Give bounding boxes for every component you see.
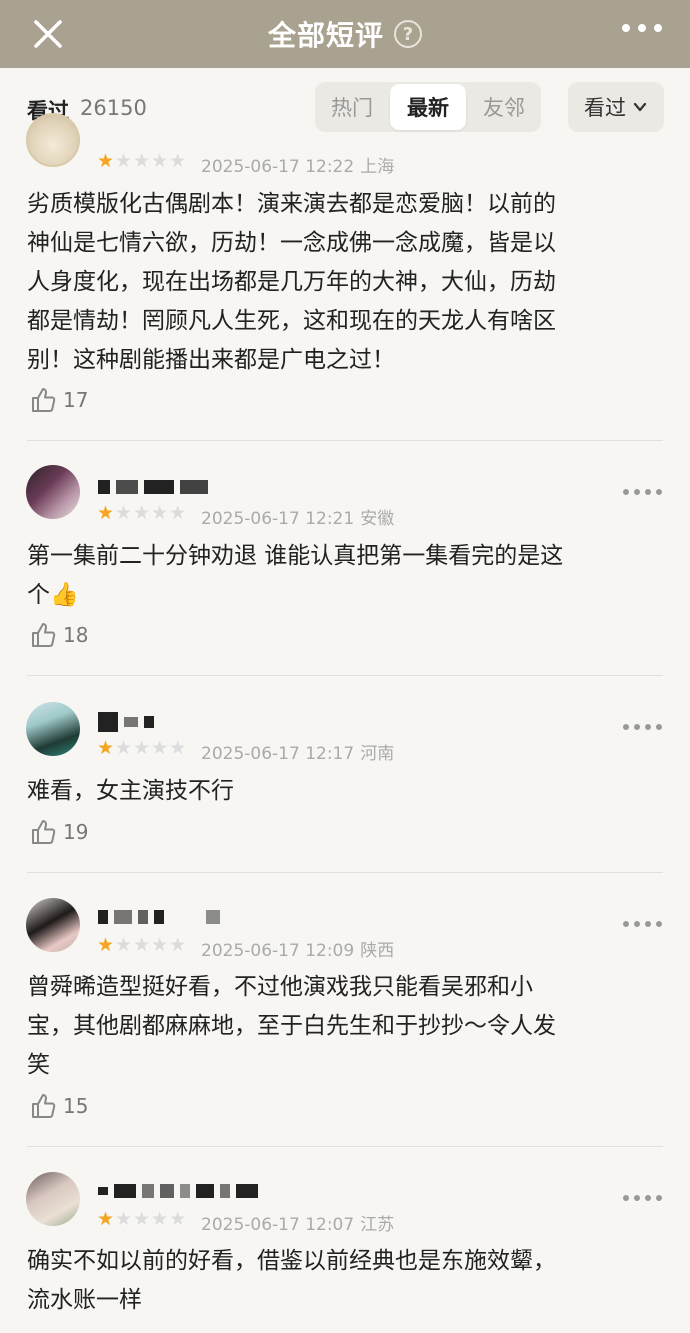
thumbs-up-icon <box>32 1094 56 1118</box>
title-group: 全部短评 ? <box>268 14 422 54</box>
avatar[interactable] <box>26 465 80 519</box>
thumbs-up-icon <box>32 820 56 844</box>
tab-friends[interactable]: 友邻 <box>467 82 541 132</box>
review-text-line: 笑 <box>27 1052 50 1078</box>
top-bar: 全部短评 ? <box>0 0 690 68</box>
chevron-down-icon <box>633 102 647 112</box>
thumbs-up-icon <box>32 388 56 412</box>
close-icon[interactable] <box>26 12 70 56</box>
review-text-line: 神仙是七情六欲，历劫！一念成佛一念成魔，皆是以 <box>27 230 556 256</box>
page-title: 全部短评 <box>267 19 384 52</box>
like-count: 18 <box>63 623 89 647</box>
like-count: 19 <box>63 820 89 844</box>
username-redacted <box>98 476 208 498</box>
review-content: 劣质模版化古偶剧本！演来演去都是恋爱脑！以前的 神仙是七情六欲，历劫！一念成佛一… <box>27 185 667 380</box>
divider <box>27 1146 663 1147</box>
review-time: 2025-06-17 12:17 <box>201 744 355 764</box>
avatar[interactable] <box>26 1172 80 1226</box>
more-icon[interactable] <box>622 24 662 32</box>
review-content: 难看，女主演技不行 <box>27 772 667 811</box>
review-more-icon[interactable] <box>623 1195 662 1201</box>
review-content: 确实不如以前的好看，借鉴以前经典也是东施效颦， 流水账一样 <box>27 1242 667 1320</box>
review-time: 2025-06-17 12:07 <box>201 1215 355 1235</box>
review-text-line: 劣质模版化古偶剧本！演来演去都是恋爱脑！以前的 <box>27 191 556 217</box>
divider <box>27 675 663 676</box>
help-icon[interactable]: ? <box>394 20 422 48</box>
username-redacted <box>98 1180 258 1202</box>
filter-label: 看过 <box>584 96 626 120</box>
like-button[interactable]: 15 <box>29 1092 88 1120</box>
rating-stars: ★ ★ ★ ★ ★ <box>97 737 187 759</box>
review-location: 河南 <box>360 744 395 764</box>
thumbs-up-icon <box>32 623 56 647</box>
username-redacted <box>98 711 154 733</box>
review-meta: 2025-06-17 12:22 上海 <box>201 152 394 177</box>
divider <box>27 872 663 873</box>
review-location: 陕西 <box>360 941 395 961</box>
review-meta: 2025-06-17 12:21 安徽 <box>201 504 394 529</box>
review-content: 曾舜晞造型挺好看，不过他演戏我只能看吴邪和小 宝，其他剧都麻麻地，至于白先生和于… <box>27 968 667 1085</box>
avatar[interactable] <box>26 113 80 167</box>
review-text-line: 人身度化，现在出场都是几万年的大神，大仙，历劫 <box>27 269 556 295</box>
review-meta: 2025-06-17 12:07 江苏 <box>201 1210 394 1235</box>
review-more-icon[interactable] <box>623 489 662 495</box>
tab-hot[interactable]: 热门 <box>315 82 389 132</box>
review-more-icon[interactable] <box>623 921 662 927</box>
divider <box>27 440 663 441</box>
rating-stars: ★ ★ ★ ★ ★ <box>97 934 187 956</box>
rating-stars: ★ ★ ★ ★ ★ <box>97 150 187 172</box>
tab-latest[interactable]: 最新 <box>390 84 466 130</box>
like-button[interactable]: 18 <box>29 621 88 649</box>
seen-count: 26150 <box>80 96 147 120</box>
review-text-line: 别！这种剧能播出来都是广电之过！ <box>27 347 395 373</box>
review-more-icon[interactable] <box>623 724 662 730</box>
like-count: 17 <box>63 388 89 412</box>
review-time: 2025-06-17 12:22 <box>201 157 355 177</box>
avatar[interactable] <box>26 898 80 952</box>
review-text-line: 都是情劫！罔顾凡人生死，这和现在的天龙人有啥区 <box>27 308 556 334</box>
review-content: 第一集前二十分钟劝退 谁能认真把第一集看完的是这 个👍 <box>27 537 667 615</box>
review-text-line: 宝，其他剧都麻麻地，至于白先生和于抄抄～令人发 <box>27 1013 556 1039</box>
like-button[interactable]: 17 <box>29 386 88 414</box>
status-filter-dropdown[interactable]: 看过 <box>568 82 664 132</box>
like-count: 15 <box>63 1094 89 1118</box>
review-text-line: 曾舜晞造型挺好看，不过他演戏我只能看吴邪和小 <box>27 974 533 1000</box>
review-text-line: 个👍 <box>27 582 79 608</box>
review-text-line: 流水账一样 <box>27 1287 142 1313</box>
review-time: 2025-06-17 12:09 <box>201 941 355 961</box>
review-text-line: 第一集前二十分钟劝退 谁能认真把第一集看完的是这 <box>27 543 564 569</box>
review-location: 安徽 <box>360 509 395 529</box>
rating-stars: ★ ★ ★ ★ ★ <box>97 502 187 524</box>
review-time: 2025-06-17 12:21 <box>201 509 355 529</box>
review-location: 江苏 <box>360 1215 395 1235</box>
review-meta: 2025-06-17 12:17 河南 <box>201 739 394 764</box>
avatar[interactable] <box>26 702 80 756</box>
like-button[interactable]: 19 <box>29 818 88 846</box>
review-meta: 2025-06-17 12:09 陕西 <box>201 936 394 961</box>
review-location: 上海 <box>360 157 395 177</box>
review-text-line: 难看，女主演技不行 <box>27 778 234 804</box>
sort-segmented-control: 热门 最新 友邻 <box>315 82 541 132</box>
rating-stars: ★ ★ ★ ★ ★ <box>97 1208 187 1230</box>
username-redacted <box>98 906 220 928</box>
review-text-line: 确实不如以前的好看，借鉴以前经典也是东施效颦， <box>27 1248 556 1274</box>
